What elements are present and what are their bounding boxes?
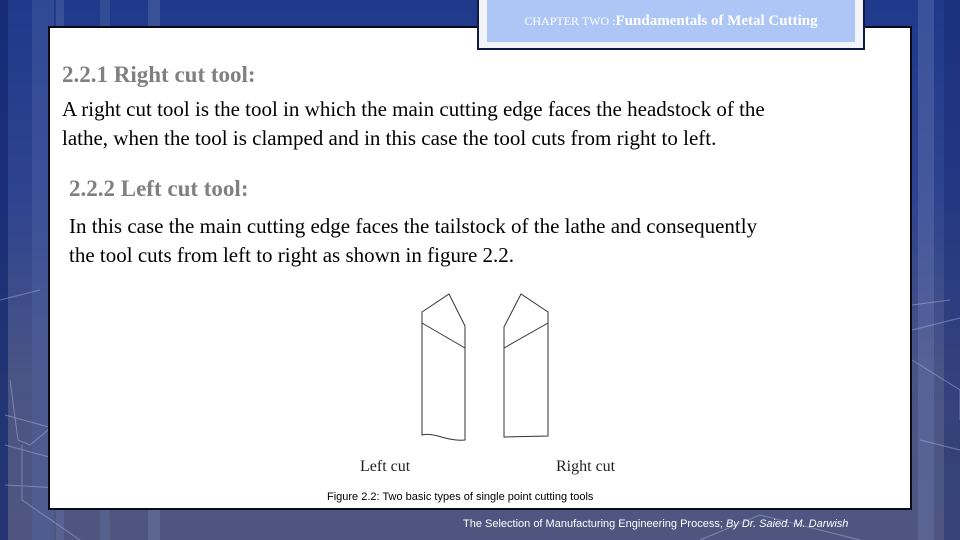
left-cut-label: Left cut	[360, 458, 411, 475]
chapter-title: Fundamentals of Metal Cutting	[615, 12, 818, 29]
right-cut-label: Right cut	[556, 458, 616, 475]
section-paragraph-line: In this case the main cutting edge faces…	[69, 214, 758, 238]
chapter-label: CHAPTER TWO :	[524, 13, 616, 28]
section-paragraph-line: lathe, when the tool is clamped and in t…	[62, 126, 717, 150]
footer-title: The Selection of Manufacturing Engineeri…	[463, 518, 723, 530]
footer: The Selection of Manufacturing Engineeri…	[463, 518, 848, 530]
left-cut-tool-drawing	[421, 293, 466, 441]
section-heading-right-cut: 2.2.1 Right cut tool:	[62, 62, 256, 87]
chapter-header: CHAPTER TWO : Fundamentals of Metal Cutt…	[477, 0, 865, 50]
section-heading-left-cut: 2.2.2 Left cut tool:	[69, 176, 249, 201]
right-cut-tool-drawing	[503, 293, 549, 438]
cutting-tools-figure	[421, 293, 549, 441]
footer-author: By Dr. Saied. M. Darwish	[725, 518, 849, 530]
figure-caption: Figure 2.2: Two basic types of single po…	[327, 491, 594, 503]
section-paragraph-line: A right cut tool is the tool in which th…	[62, 97, 765, 121]
chapter-header-banner: CHAPTER TWO : Fundamentals of Metal Cutt…	[487, 0, 855, 42]
section-paragraph-line: the tool cuts from left to right as show…	[69, 243, 515, 267]
